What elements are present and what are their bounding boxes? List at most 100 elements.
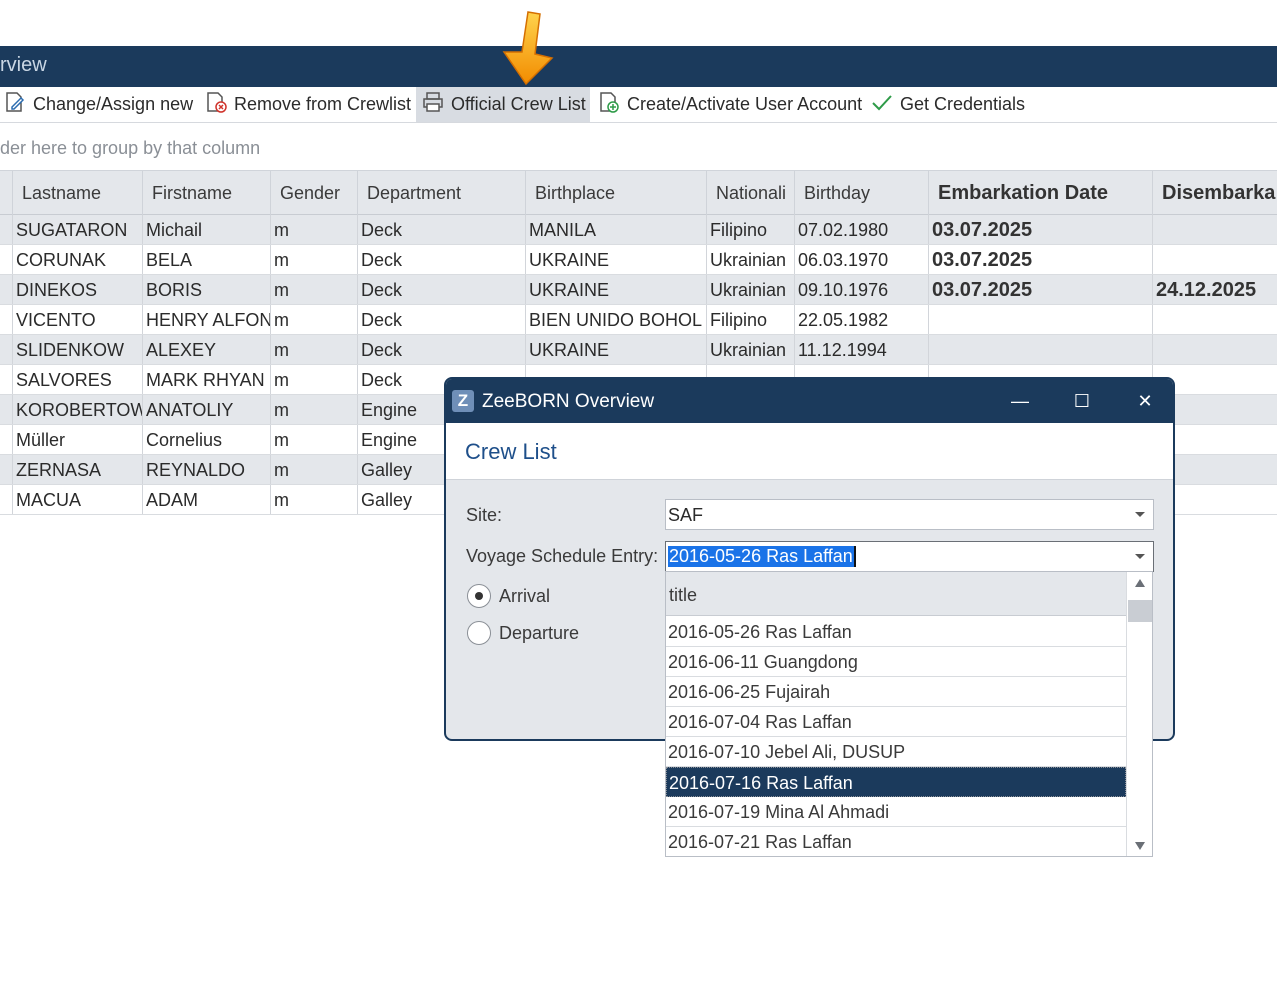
get-credentials-button[interactable]: Get Credentials xyxy=(870,87,1025,122)
table-cell: Deck xyxy=(358,215,526,244)
row-indicator[interactable] xyxy=(0,275,13,304)
scrollbar-thumb[interactable] xyxy=(1128,600,1152,622)
annotation-arrow-icon xyxy=(498,6,558,86)
table-cell: MACUA xyxy=(13,485,143,514)
table-cell: MARK RHYAN xyxy=(143,365,271,394)
table-cell: Ukrainian xyxy=(707,335,795,364)
table-cell: 22.05.1982 xyxy=(795,305,929,334)
table-cell: m xyxy=(271,455,358,484)
grid-header: Lastname Firstname Gender Department Bir… xyxy=(0,170,1277,215)
row-indicator[interactable] xyxy=(0,365,13,394)
column-header[interactable]: Department xyxy=(358,171,526,215)
table-cell: SALVORES xyxy=(13,365,143,394)
chevron-down-icon[interactable] xyxy=(1135,554,1145,559)
dropdown-option-label: 2016-07-21 Ras Laffan xyxy=(668,832,852,852)
table-cell xyxy=(1153,215,1277,244)
table-cell: m xyxy=(271,275,358,304)
table-cell: SLIDENKOW xyxy=(13,335,143,364)
row-indicator[interactable] xyxy=(0,455,13,484)
column-header[interactable]: Embarkation Date xyxy=(929,171,1153,215)
get-credentials-label: Get Credentials xyxy=(900,94,1026,114)
group-by-panel[interactable]: der here to group by that column xyxy=(0,124,1277,170)
main-title-bar: rview xyxy=(0,46,1277,87)
row-indicator[interactable] xyxy=(0,245,13,274)
dropdown-option-label: 2016-07-19 Mina Al Ahmadi xyxy=(668,802,890,822)
create-user-account-label: Create/Activate User Account xyxy=(627,94,863,114)
dropdown-option[interactable]: 2016-05-26 Ras Laffan xyxy=(666,617,1126,647)
close-button[interactable]: ✕ xyxy=(1130,387,1160,415)
dropdown-option[interactable]: 2016-06-11 Guangdong xyxy=(666,647,1126,677)
table-cell: 03.07.2025 xyxy=(929,215,1153,244)
departure-radio[interactable] xyxy=(467,621,491,645)
dropdown-option[interactable]: 2016-07-19 Mina Al Ahmadi xyxy=(666,797,1126,827)
table-row[interactable]: CORUNAK BELA m Deck UKRAINE Ukrainian 06.03.19… xyxy=(0,245,1277,275)
remove-from-crewlist-label: Remove from Crewlist xyxy=(234,94,412,114)
voyage-dropdown-list[interactable]: title 2016-05-26 Ras Laffan 2016-06-11 Gu… xyxy=(665,571,1153,857)
column-header[interactable]: Birthday xyxy=(795,171,929,215)
dropdown-option[interactable]: 2016-07-21 Ras Laffan xyxy=(666,827,1126,856)
table-cell: HENRY ALFONS xyxy=(143,305,271,334)
row-indicator[interactable] xyxy=(0,395,13,424)
table-cell: SUGATARON xyxy=(13,215,143,244)
table-row[interactable]: VICENTO HENRY ALFONS m Deck BIEN UNIDO BOHOL… xyxy=(0,305,1277,335)
official-crew-list-button[interactable]: Official Crew List xyxy=(416,87,590,122)
dropdown-scrollbar[interactable] xyxy=(1126,572,1152,856)
dropdown-option-label: 2016-05-26 Ras Laffan xyxy=(668,622,852,642)
table-cell: m xyxy=(271,215,358,244)
minimize-button[interactable]: — xyxy=(1005,387,1035,415)
table-cell: Deck xyxy=(358,275,526,304)
dropdown-option[interactable]: 2016-07-10 Jebel Ali, DUSUP xyxy=(666,737,1126,767)
table-cell: Deck xyxy=(358,335,526,364)
table-cell: m xyxy=(271,305,358,334)
create-user-account-button[interactable]: Create/Activate User Account xyxy=(597,87,862,122)
remove-document-icon xyxy=(204,90,228,119)
departure-label: Departure xyxy=(499,623,580,643)
voyage-label: Voyage Schedule Entry: xyxy=(466,546,659,566)
table-cell: ZERNASA xyxy=(13,455,143,484)
table-cell xyxy=(1153,335,1277,364)
scroll-up-icon[interactable] xyxy=(1135,579,1145,587)
chevron-down-icon[interactable] xyxy=(1135,512,1145,517)
row-indicator[interactable] xyxy=(0,425,13,454)
scroll-down-icon[interactable] xyxy=(1135,842,1145,850)
dropdown-option-label: 2016-07-16 Ras Laffan xyxy=(669,773,853,793)
table-cell: VICENTO xyxy=(13,305,143,334)
change-assign-button[interactable]: Change/Assign new xyxy=(3,87,193,122)
table-cell: Deck xyxy=(358,245,526,274)
maximize-button[interactable]: ☐ xyxy=(1067,387,1097,415)
dialog-title-bar: Z ZeeBORN Overview — ☐ ✕ xyxy=(446,379,1173,423)
table-row[interactable]: SLIDENKOW ALEXEY m Deck UKRAINE Ukrainian 11.1… xyxy=(0,335,1277,365)
table-cell: Filipino xyxy=(707,305,795,334)
column-header[interactable]: Disembarka xyxy=(1153,171,1277,215)
dropdown-option-label: 2016-06-25 Fujairah xyxy=(668,682,831,702)
dropdown-option[interactable]: 2016-07-04 Ras Laffan xyxy=(666,707,1126,737)
dropdown-option[interactable]: 2016-07-16 Ras Laffan xyxy=(666,767,1126,797)
column-header[interactable]: Firstname xyxy=(143,171,271,215)
table-cell: Müller xyxy=(13,425,143,454)
voyage-value[interactable]: 2016-05-26 Ras Laffan xyxy=(668,546,856,567)
add-document-icon xyxy=(597,90,621,119)
row-indicator[interactable] xyxy=(0,305,13,334)
column-header[interactable]: Gender xyxy=(271,171,358,215)
table-cell: REYNALDO xyxy=(143,455,271,484)
row-indicator[interactable] xyxy=(0,215,13,244)
table-cell: KOROBERTOW xyxy=(13,395,143,424)
dropdown-option-label: 2016-07-10 Jebel Ali, DUSUP xyxy=(668,742,906,762)
column-header[interactable]: Birthplace xyxy=(526,171,707,215)
column-header[interactable]: Lastname xyxy=(13,171,143,215)
table-cell: m xyxy=(271,395,358,424)
voyage-schedule-select[interactable]: 2016-05-26 Ras Laffan xyxy=(665,541,1154,572)
arrival-radio[interactable] xyxy=(467,584,491,608)
column-header[interactable]: Nationali xyxy=(707,171,795,215)
table-cell: BORIS xyxy=(143,275,271,304)
table-row[interactable]: SUGATARON Michail m Deck MANILA Filipino 07.02… xyxy=(0,215,1277,245)
table-cell: 06.03.1970 xyxy=(795,245,929,274)
row-indicator[interactable] xyxy=(0,335,13,364)
site-select[interactable]: SAF xyxy=(665,499,1154,530)
table-cell: ANATOLIY xyxy=(143,395,271,424)
table-row[interactable]: DINEKOS BORIS m Deck UKRAINE Ukrainian 09.10.1… xyxy=(0,275,1277,305)
dropdown-option[interactable]: 2016-06-25 Fujairah xyxy=(666,677,1126,707)
row-indicator[interactable] xyxy=(0,485,13,514)
remove-from-crewlist-button[interactable]: Remove from Crewlist xyxy=(204,87,411,122)
table-cell: ADAM xyxy=(143,485,271,514)
